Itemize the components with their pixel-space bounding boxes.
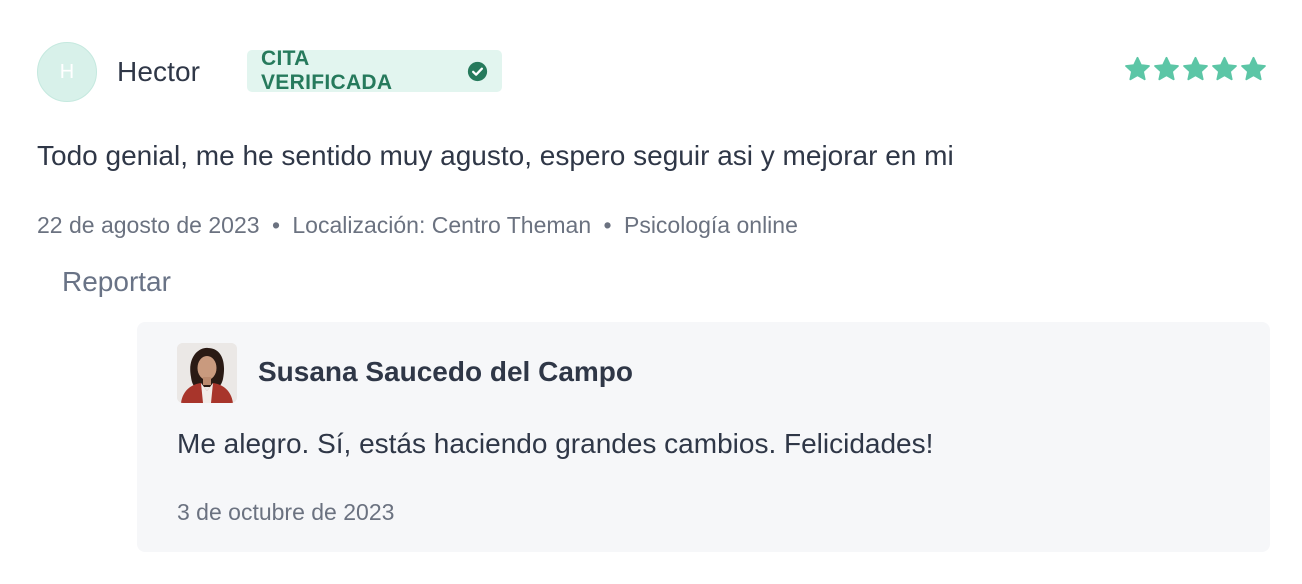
rating-stars — [1124, 56, 1267, 83]
report-link[interactable]: Reportar — [62, 266, 171, 298]
avatar-initial: H — [59, 61, 75, 83]
review-service: Psicología online — [623, 212, 798, 238]
review-date: 22 de agosto de 2023 — [37, 212, 260, 238]
meta-separator: • — [271, 212, 280, 238]
review-text: Todo genial, me he sentido muy agusto, e… — [37, 140, 954, 171]
star-icon — [1124, 56, 1151, 83]
star-icon — [1153, 56, 1180, 83]
check-circle-icon — [467, 61, 488, 82]
review-location: Localización: Centro Theman — [292, 212, 592, 238]
star-icon — [1240, 56, 1267, 83]
review-card: H Hector CITA VERIFICADA Todo genial, me… — [37, 42, 1270, 297]
review-header: H Hector CITA VERIFICADA — [37, 42, 1270, 104]
meta-separator: • — [603, 212, 612, 238]
verified-badge-label: CITA VERIFICADA — [261, 47, 393, 94]
professional-avatar — [177, 343, 237, 403]
avatar: H — [37, 42, 97, 102]
review-author: Hector — [117, 56, 201, 87]
professional-reply: Susana Saucedo del Campo Me alegro. Sí, … — [137, 322, 1270, 552]
reply-date: 3 de octubre de 2023 — [177, 499, 395, 525]
review-meta: 22 de agosto de 2023 • Localización: Cen… — [37, 212, 798, 239]
professional-name[interactable]: Susana Saucedo del Campo — [258, 356, 633, 388]
star-icon — [1182, 56, 1209, 83]
star-icon — [1211, 56, 1238, 83]
reply-text: Me alegro. Sí, estás haciendo grandes ca… — [177, 428, 934, 459]
verified-badge: CITA VERIFICADA — [247, 47, 502, 94]
